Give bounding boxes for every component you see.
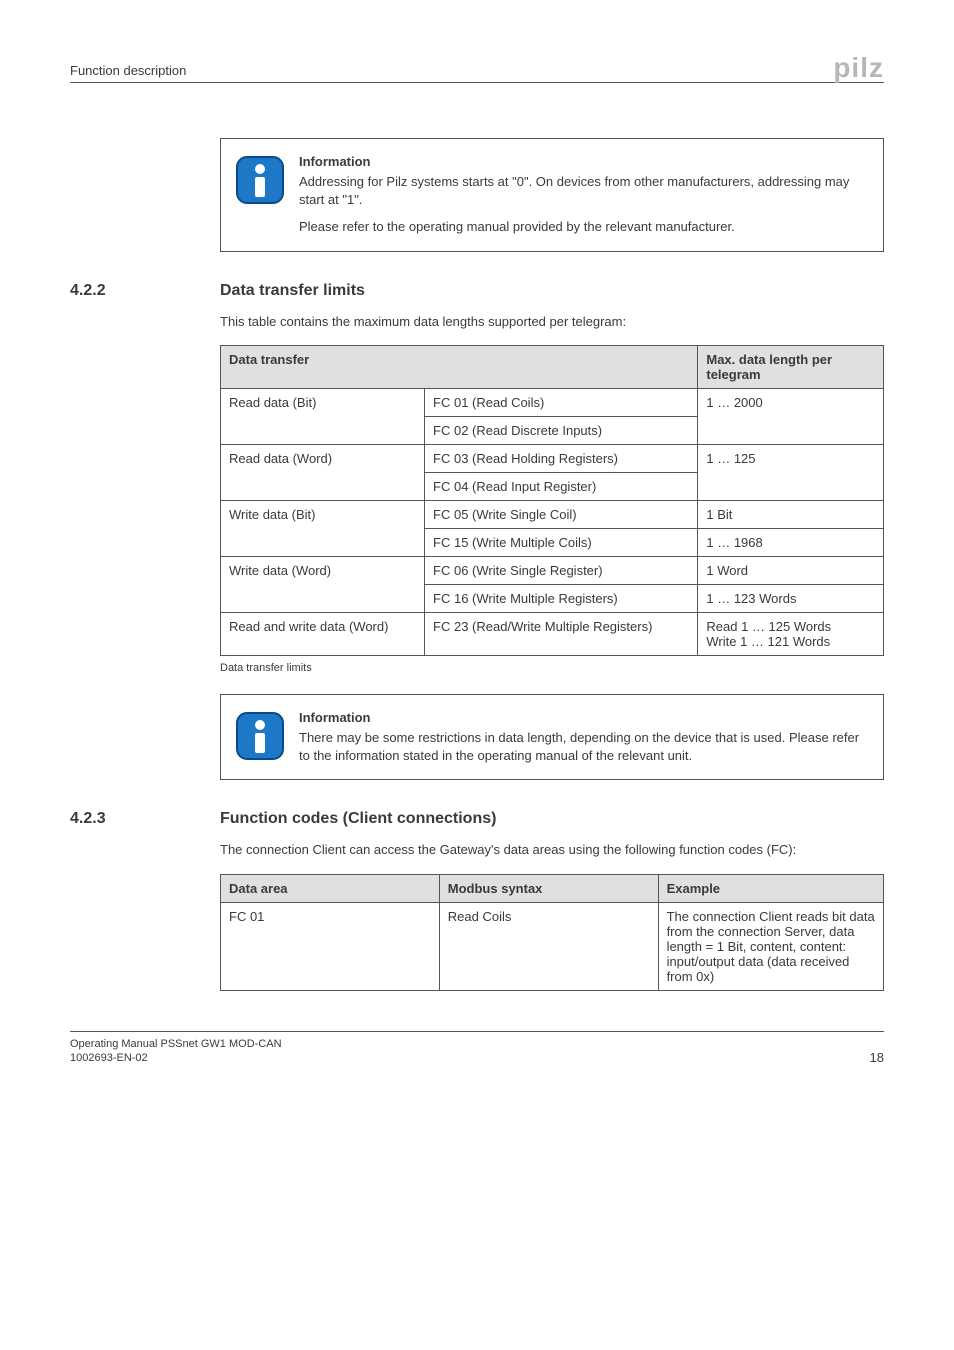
info-icon (236, 712, 284, 763)
table-cell: Read and write data (Word) (221, 613, 425, 656)
table-cell: Read data (Bit) (221, 389, 425, 445)
table-cell: The connection Client reads bit data fro… (658, 902, 883, 990)
info-paragraph: There may be some restrictions in data l… (299, 729, 868, 764)
section-intro: The connection Client can access the Gat… (220, 841, 884, 859)
table-cell: 1 Bit (698, 501, 884, 529)
info-box-addressing: Information Addressing for Pilz systems … (220, 138, 884, 252)
table-cell: FC 01 (221, 902, 440, 990)
table-header: Data area (221, 874, 440, 902)
function-codes-table: Data area Modbus syntax Example FC 01 Re… (220, 874, 884, 991)
table-cell: Read 1 … 125 WordsWrite 1 … 121 Words (698, 613, 884, 656)
info-title: Information (299, 710, 868, 725)
section-title: Data transfer limits (220, 282, 365, 300)
footer-page-number: 18 (870, 1050, 884, 1065)
header-section-label: Function description (70, 63, 186, 78)
table-cell: FC 04 (Read Input Register) (425, 473, 698, 501)
section-intro: This table contains the maximum data len… (220, 313, 884, 331)
info-text: Information There may be some restrictio… (299, 710, 868, 764)
table-cell: FC 06 (Write Single Register) (425, 557, 698, 585)
table-header: Example (658, 874, 883, 902)
info-paragraph: Please refer to the operating manual pro… (299, 218, 868, 236)
table-cell: 1 … 2000 (698, 389, 884, 445)
table-cell: FC 03 (Read Holding Registers) (425, 445, 698, 473)
table-cell: 1 … 125 (698, 445, 884, 501)
table-header: Max. data length per telegram (698, 346, 884, 389)
section-number: 4.2.2 (70, 282, 220, 300)
table-cell: FC 05 (Write Single Coil) (425, 501, 698, 529)
info-paragraph: Addressing for Pilz systems starts at "0… (299, 173, 868, 208)
table-cell: Read data (Word) (221, 445, 425, 501)
info-icon (236, 156, 284, 207)
table-cell: FC 16 (Write Multiple Registers) (425, 585, 698, 613)
data-transfer-limits-table: Data transfer Max. data length per teleg… (220, 345, 884, 656)
info-title: Information (299, 154, 868, 169)
section-title: Function codes (Client connections) (220, 810, 496, 828)
table-cell: Write data (Bit) (221, 501, 425, 557)
info-box-restrictions: Information There may be some restrictio… (220, 694, 884, 780)
table-cell: Read Coils (439, 902, 658, 990)
table-cell: FC 02 (Read Discrete Inputs) (425, 417, 698, 445)
logo-text: pilz (833, 52, 884, 83)
section-heading: 4.2.3 Function codes (Client connections… (70, 810, 884, 828)
info-text: Information Addressing for Pilz systems … (299, 154, 868, 236)
footer-docid: 1002693-EN-02 (70, 1052, 148, 1064)
page-footer: Operating Manual PSSnet GW1 MOD-CAN 1002… (70, 1031, 884, 1066)
footer-left: Operating Manual PSSnet GW1 MOD-CAN 1002… (70, 1037, 282, 1066)
table-cell: FC 23 (Read/Write Multiple Registers) (425, 613, 698, 656)
logo: pilz (833, 52, 884, 84)
table-cell: FC 15 (Write Multiple Coils) (425, 529, 698, 557)
table-cell: 1 Word (698, 557, 884, 585)
table-cell: FC 01 (Read Coils) (425, 389, 698, 417)
table-cell: Write data (Word) (221, 557, 425, 613)
table-cell: 1 … 123 Words (698, 585, 884, 613)
footer-title: Operating Manual PSSnet GW1 MOD-CAN (70, 1038, 282, 1050)
section-number: 4.2.3 (70, 810, 220, 828)
section-heading: 4.2.2 Data transfer limits (70, 282, 884, 300)
table-header: Data transfer (221, 346, 698, 389)
page-header: Function description pilz (70, 50, 884, 83)
table-caption: Data transfer limits (220, 662, 884, 674)
table-header: Modbus syntax (439, 874, 658, 902)
table-cell: 1 … 1968 (698, 529, 884, 557)
